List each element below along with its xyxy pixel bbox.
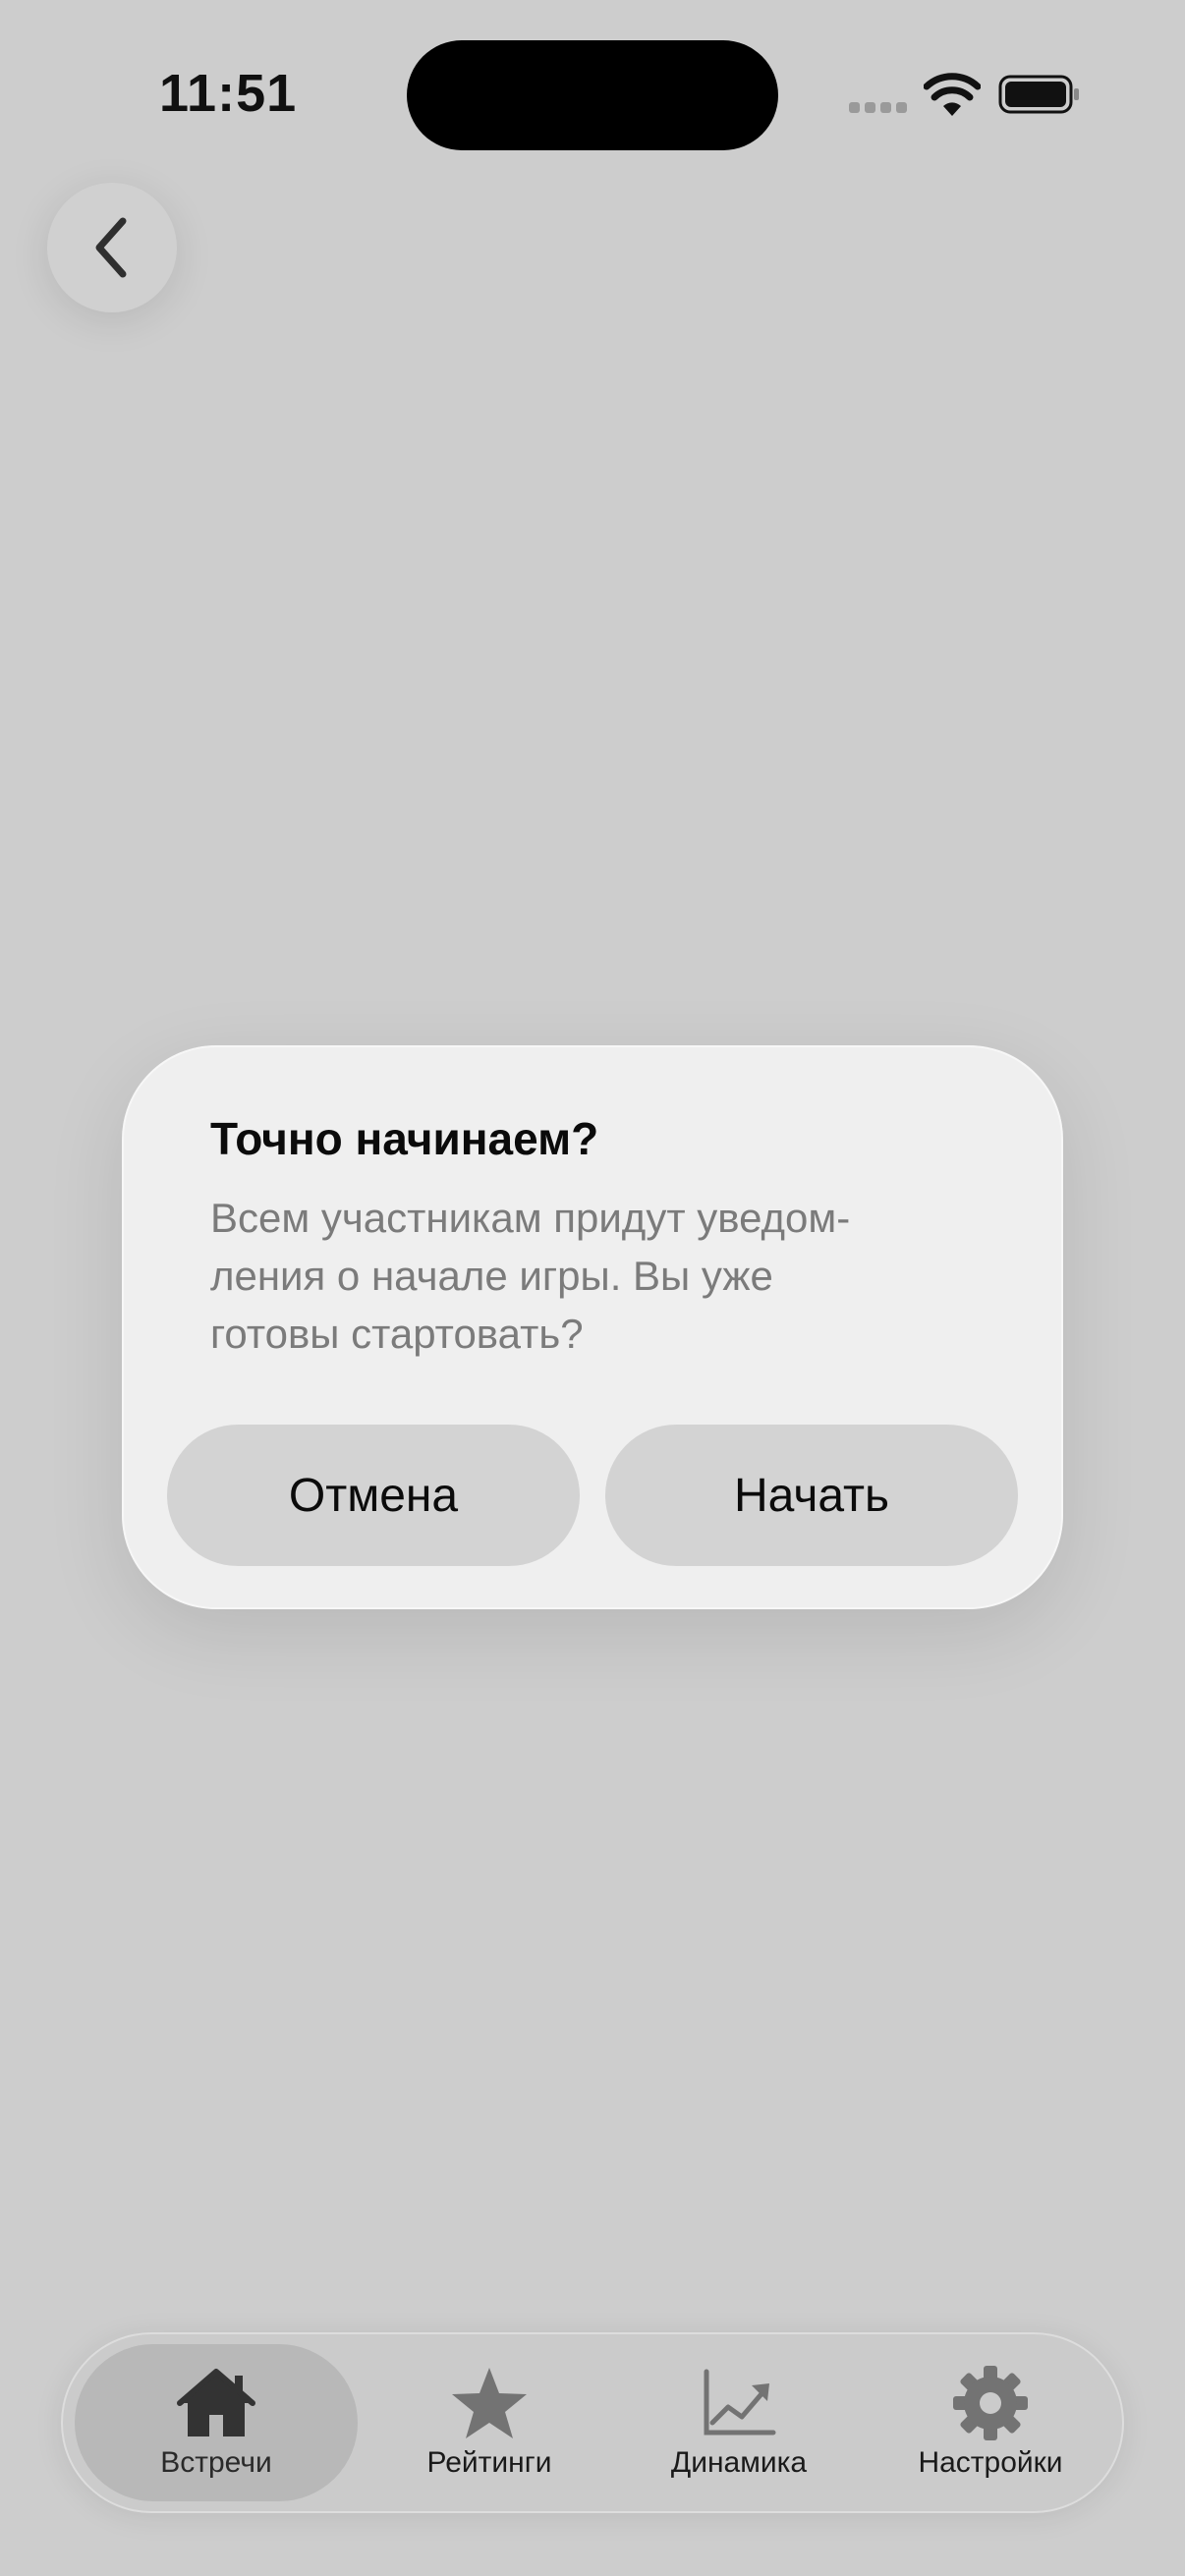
start-button[interactable]: Начать bbox=[605, 1425, 1018, 1566]
dialog-message-line: Всем участникам придут уведом- bbox=[210, 1195, 851, 1241]
dialog-title: Точно начинаем? bbox=[210, 1113, 599, 1164]
chevron-left-icon bbox=[95, 217, 127, 278]
tab-label: Динамика bbox=[670, 2446, 808, 2479]
dialog-message-line: ления о начале игры. Вы уже bbox=[210, 1253, 773, 1299]
dynamic-island bbox=[407, 40, 778, 150]
tab-dynamics[interactable]: Динамика bbox=[621, 2344, 857, 2501]
tab-label: Настройки bbox=[918, 2446, 1063, 2479]
cellular-signal-icon bbox=[849, 102, 907, 113]
tab-label: Встречи bbox=[160, 2446, 272, 2479]
star-icon bbox=[452, 2368, 527, 2438]
gear-icon bbox=[953, 2366, 1028, 2440]
cancel-button[interactable]: Отмена bbox=[167, 1425, 580, 1566]
status-bar: 11:51 bbox=[0, 0, 1185, 196]
wifi-icon bbox=[924, 73, 981, 116]
tab-bar: Встречи Рейтинги Динамика Настройки bbox=[61, 2332, 1124, 2513]
tab-ratings[interactable]: Рейтинги bbox=[371, 2344, 607, 2501]
tab-settings[interactable]: Настройки bbox=[871, 2344, 1110, 2501]
house-icon bbox=[177, 2369, 255, 2436]
tab-label: Рейтинги bbox=[426, 2446, 552, 2479]
back-button[interactable] bbox=[47, 183, 177, 312]
dialog-message-line: готовы стартовать? bbox=[210, 1311, 584, 1357]
confirm-start-dialog: Точно начинаем? Всем участникам придут у… bbox=[122, 1045, 1063, 1609]
chart-line-icon bbox=[704, 2369, 776, 2436]
dialog-message: Всем участникам придут уведом- ления о н… bbox=[210, 1189, 977, 1363]
battery-icon bbox=[998, 75, 1079, 114]
status-time: 11:51 bbox=[159, 64, 298, 123]
tab-meetings[interactable]: Встречи bbox=[75, 2344, 358, 2501]
